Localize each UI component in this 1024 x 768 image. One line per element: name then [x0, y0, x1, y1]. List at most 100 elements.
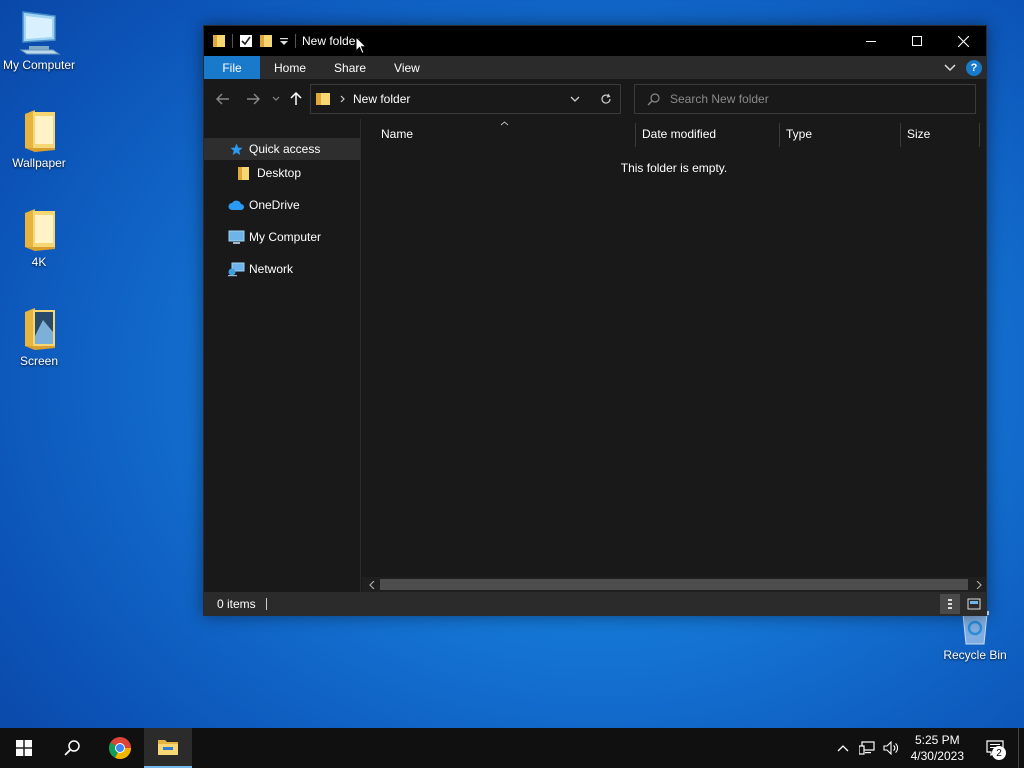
tab-view[interactable]: View: [380, 56, 434, 79]
nav-item-my-computer[interactable]: My Computer: [204, 226, 360, 248]
large-icons-view-button[interactable]: [964, 594, 984, 614]
scrollbar-thumb[interactable]: [380, 579, 968, 590]
toolbar-separator: [295, 34, 296, 48]
desktop-icon-label: Recycle Bin: [943, 648, 1007, 662]
column-header-size[interactable]: Size: [907, 119, 977, 149]
desktop-icon-screen[interactable]: Screen: [0, 306, 78, 368]
maximize-button[interactable]: [894, 26, 940, 56]
taskbar-chrome-button[interactable]: [96, 728, 144, 768]
tab-home[interactable]: Home: [260, 56, 320, 79]
desktop-icon-label: Wallpaper: [12, 156, 66, 170]
desktop-icon-4k[interactable]: 4K: [0, 207, 78, 269]
file-explorer-window[interactable]: New folder File Home Share View ? New fo…: [203, 25, 987, 616]
close-icon: [957, 35, 969, 47]
details-view-button[interactable]: [940, 594, 960, 614]
breadcrumb[interactable]: New folder: [353, 92, 410, 106]
file-list[interactable]: Name Date modified Type Size This folder…: [362, 119, 986, 592]
nav-item-label: OneDrive: [249, 198, 300, 212]
column-separator[interactable]: [779, 123, 780, 147]
nav-item-quick-access[interactable]: Quick access: [204, 138, 360, 160]
nav-item-label: Quick access: [249, 142, 321, 156]
folder-icon: [213, 35, 225, 47]
volume-button[interactable]: [879, 728, 903, 768]
chevron-right-icon[interactable]: [339, 95, 347, 103]
scroll-left-button[interactable]: [364, 577, 379, 592]
nav-item-network[interactable]: Network: [204, 258, 360, 280]
start-button[interactable]: [0, 728, 48, 768]
chevron-right-icon: [976, 580, 982, 589]
taskbar: 5:25 PM 4/30/2023 2: [0, 728, 1024, 768]
nav-item-desktop[interactable]: Desktop: [204, 162, 360, 184]
notification-badge: 2: [992, 746, 1006, 760]
taskbar-file-explorer-button[interactable]: [144, 728, 192, 768]
action-center-button[interactable]: 2: [972, 728, 1018, 768]
column-separator[interactable]: [900, 123, 901, 147]
computer-icon: [19, 11, 61, 55]
item-count: 0 items: [217, 597, 256, 611]
window-controls: [848, 26, 986, 56]
minimize-icon: [866, 41, 876, 42]
star-icon: [230, 143, 243, 156]
close-button[interactable]: [940, 26, 986, 56]
column-header-name[interactable]: Name: [381, 119, 631, 149]
details-view-icon: [948, 599, 952, 609]
new-folder-icon[interactable]: [259, 34, 273, 48]
forward-button[interactable]: [244, 89, 262, 109]
network-status-button[interactable]: [855, 728, 879, 768]
scroll-right-button[interactable]: [971, 577, 986, 592]
address-bar[interactable]: New folder: [310, 84, 621, 114]
customize-dropdown-icon[interactable]: [279, 34, 289, 48]
mouse-pointer-icon: [355, 36, 367, 55]
back-button[interactable]: [214, 89, 232, 109]
quick-access-toolbar: [204, 26, 296, 56]
search-icon: [647, 92, 660, 105]
column-header-date-modified[interactable]: Date modified: [642, 119, 777, 149]
clock-date: 4/30/2023: [910, 749, 964, 763]
view-switcher: [940, 594, 984, 614]
window-title: New folder: [302, 34, 360, 48]
recent-locations-button[interactable]: [270, 89, 282, 109]
empty-folder-message: This folder is empty.: [620, 161, 728, 175]
start-icon: [16, 740, 32, 756]
cloud-icon: [228, 200, 245, 211]
address-history-dropdown-icon[interactable]: [570, 96, 580, 102]
tab-share[interactable]: Share: [320, 56, 380, 79]
show-desktop-button[interactable]: [1018, 728, 1024, 768]
show-hidden-icons-button[interactable]: [831, 728, 855, 768]
desktop-icon-wallpaper[interactable]: Wallpaper: [0, 108, 78, 170]
horizontal-scrollbar[interactable]: [362, 577, 986, 592]
chevron-left-icon: [368, 580, 374, 589]
search-box[interactable]: [634, 84, 976, 114]
chevron-up-icon: [837, 745, 849, 752]
desktop-icon-label: My Computer: [2, 58, 76, 72]
desktop-icon-label: 4K: [31, 255, 47, 269]
help-button[interactable]: ?: [966, 59, 982, 76]
chrome-icon: [109, 737, 131, 760]
search-input[interactable]: [670, 92, 950, 106]
desktop-icon-my-computer[interactable]: My Computer: [0, 10, 78, 72]
tab-file[interactable]: File: [204, 56, 260, 79]
column-separator[interactable]: [635, 123, 636, 147]
folder-icon: [25, 110, 55, 152]
taskbar-clock[interactable]: 5:25 PM 4/30/2023: [903, 732, 972, 764]
ribbon-right-controls: ?: [944, 56, 986, 79]
network-icon: [228, 262, 245, 277]
up-button[interactable]: [288, 89, 304, 109]
column-label: Size: [907, 127, 931, 141]
nav-item-onedrive[interactable]: OneDrive: [204, 194, 360, 216]
expand-ribbon-icon[interactable]: [944, 63, 956, 72]
maximize-icon: [912, 36, 922, 46]
properties-icon[interactable]: [239, 34, 253, 48]
arrow-right-icon: [247, 93, 260, 105]
status-bar: 0 items: [204, 592, 986, 616]
title-bar[interactable]: New folder: [204, 26, 986, 56]
refresh-icon[interactable]: [600, 93, 612, 105]
column-header-type[interactable]: Type: [786, 119, 896, 149]
computer-icon: [228, 230, 245, 245]
column-label: Name: [381, 127, 414, 141]
taskbar-search-button[interactable]: [48, 728, 96, 768]
column-separator[interactable]: [979, 123, 980, 147]
file-explorer-icon: [158, 740, 178, 755]
minimize-button[interactable]: [848, 26, 894, 56]
folder-icon: [316, 93, 330, 105]
